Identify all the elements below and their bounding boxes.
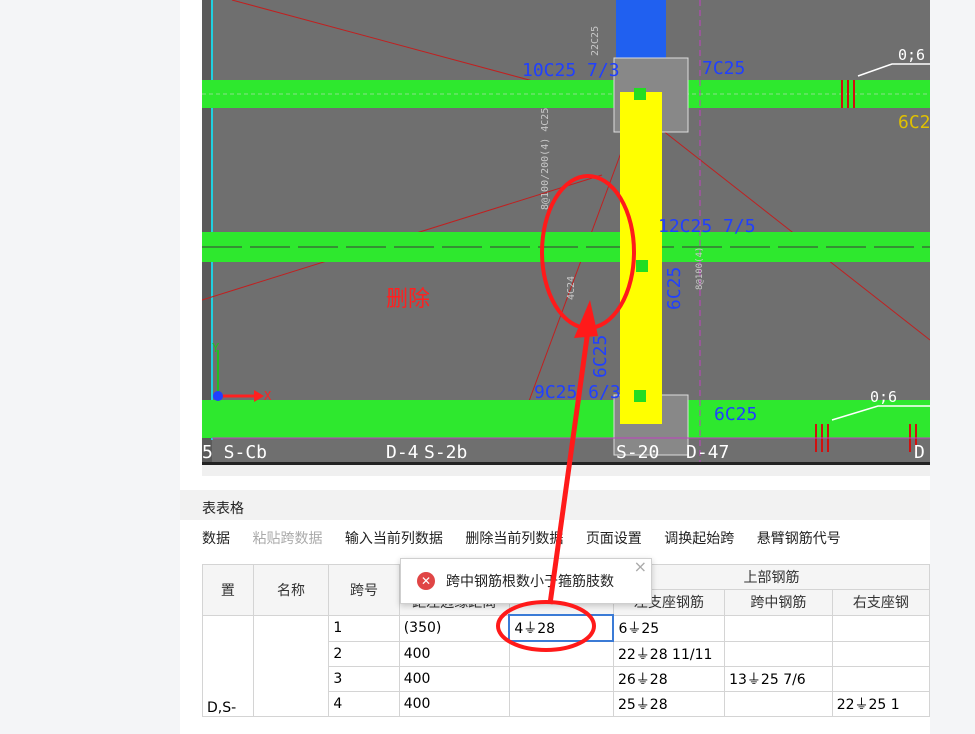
column-yellow (620, 92, 662, 424)
faint-label: 8@100(4) (695, 247, 705, 290)
node-marker (634, 88, 646, 100)
dist-cell[interactable]: 400 (398, 640, 510, 667)
table-row[interactable]: D,S- 1 (350) 4⏚28 6⏚25 (202, 614, 930, 717)
rebar-block (616, 0, 666, 60)
toolbar-paste-span-data[interactable]: 粘贴跨数据 (252, 528, 322, 548)
rebar-label: 10C25 7/3 (522, 60, 620, 81)
beam-label: 5 S-Cb (202, 442, 267, 463)
left-gutter (0, 0, 180, 734)
mid-cell[interactable] (508, 691, 614, 717)
axis-y-label: Y (212, 341, 220, 355)
mid-span-cell[interactable] (724, 640, 833, 667)
header-position: 置 (202, 564, 254, 616)
mid-span-cell[interactable] (724, 691, 833, 717)
faint-label: 8@100/200(4) 4C25 (540, 108, 551, 210)
beam-label: S-20 (616, 442, 659, 463)
beam-label: D-4 (386, 442, 419, 463)
dist-cell[interactable]: (350) (398, 614, 510, 642)
leader-line (857, 63, 930, 77)
right-support-cell[interactable] (831, 640, 930, 667)
faint-label: 22C25 (590, 26, 601, 56)
header-name: 名称 (252, 564, 330, 616)
left-support-cell[interactable]: 25⏚28 (612, 691, 726, 717)
rebar-table-panel: 表表格 数据 粘贴跨数据 输入当前列数据 删除当前列数据 页面设置 调换起始跨 … (180, 476, 930, 734)
faint-label: 4C24 (566, 276, 577, 300)
toolbar-swap-start-span[interactable]: 调换起始跨 (664, 528, 734, 548)
error-message: 跨中钢筋根数小于箍筋肢数 (446, 574, 614, 590)
toolbar-page-setup[interactable]: 页面设置 (586, 528, 642, 548)
cad-viewport[interactable]: Y X 10C25 7/3 7C25 0;6 6C2 12C25 7/5 6C2… (202, 0, 930, 470)
rebar-label: 6C25 (590, 335, 611, 378)
rebar-label: 9C25 6/3 (534, 382, 621, 403)
dist-cell[interactable]: 400 (398, 666, 510, 692)
close-icon[interactable]: × (634, 557, 647, 576)
mid-cell[interactable] (508, 666, 614, 692)
header-span: 跨号 (328, 564, 400, 616)
panel-title-bar (180, 490, 930, 520)
mid-span-cell[interactable] (724, 614, 833, 642)
toolbar-copy-data[interactable]: 数据 (202, 528, 230, 548)
rebar-label: 6C25 (714, 404, 757, 425)
span-cell[interactable]: 1 (328, 614, 400, 642)
toolbar-delete-column-data[interactable]: 删除当前列数据 (465, 528, 563, 548)
beam-label: S-2b (424, 442, 467, 463)
mid-span-cell[interactable]: 13⏚25 7/6 (724, 666, 833, 692)
axis-x-label: X (264, 389, 272, 403)
toolbar-input-column-data[interactable]: 输入当前列数据 (345, 528, 443, 548)
table-toolbar: 数据 粘贴跨数据 输入当前列数据 删除当前列数据 页面设置 调换起始跨 悬臂钢筋… (202, 528, 930, 558)
name-cell[interactable] (252, 614, 330, 717)
left-support-cell[interactable]: 6⏚25 (612, 614, 726, 642)
span-cell[interactable]: 2 (328, 640, 400, 667)
rebar-label: 7C25 (702, 58, 745, 79)
left-support-cell[interactable]: 22⏚28 11/11 (612, 640, 726, 667)
toolbar-cantilever-code[interactable]: 悬臂钢筋代号 (757, 528, 841, 548)
mid-cell[interactable] (508, 640, 614, 667)
beam-label: D (914, 442, 925, 463)
delete-annotation: 删除 (386, 287, 430, 312)
axis-origin (213, 391, 223, 401)
rebar-label: 0;6 (870, 388, 897, 406)
header-right-support: 右支座钢 (831, 589, 930, 616)
rebar-label: 0;6 (898, 46, 925, 64)
node-marker (636, 260, 648, 272)
error-icon: ✕ (417, 572, 435, 590)
dist-cell[interactable]: 400 (398, 691, 510, 717)
node-marker (634, 390, 646, 402)
left-support-cell[interactable]: 26⏚28 (612, 666, 726, 692)
span-cell[interactable]: 4 (328, 691, 400, 717)
mid-cell-selected[interactable]: 4⏚28 (508, 614, 615, 642)
app-frame: Y X 10C25 7/3 7C25 0;6 6C2 12C25 7/5 6C2… (180, 0, 930, 734)
error-tooltip: ✕ 跨中钢筋根数小于箍筋肢数 × (400, 557, 652, 604)
right-support-cell[interactable] (831, 614, 930, 642)
cad-drawing: Y X 10C25 7/3 7C25 0;6 6C2 12C25 7/5 6C2… (202, 0, 930, 470)
header-top-rebar: 上部钢筋 (612, 564, 930, 590)
beam-bottom (202, 400, 930, 438)
panel-title: 表表格 (202, 501, 244, 517)
right-support-cell[interactable] (831, 666, 930, 692)
rebar-label: 6C25 (664, 267, 685, 310)
span-cell[interactable]: 3 (328, 666, 400, 692)
rebar-label: 12C25 7/5 (658, 216, 756, 237)
right-support-cell[interactable]: 22⏚25 1 (831, 691, 930, 717)
rebar-ticks (815, 80, 917, 452)
rebar-label: 6C2 (898, 112, 930, 133)
beam-label: D-47 (686, 442, 729, 463)
position-cell[interactable]: D,S- (202, 614, 254, 717)
header-mid-span: 跨中钢筋 (724, 589, 833, 616)
